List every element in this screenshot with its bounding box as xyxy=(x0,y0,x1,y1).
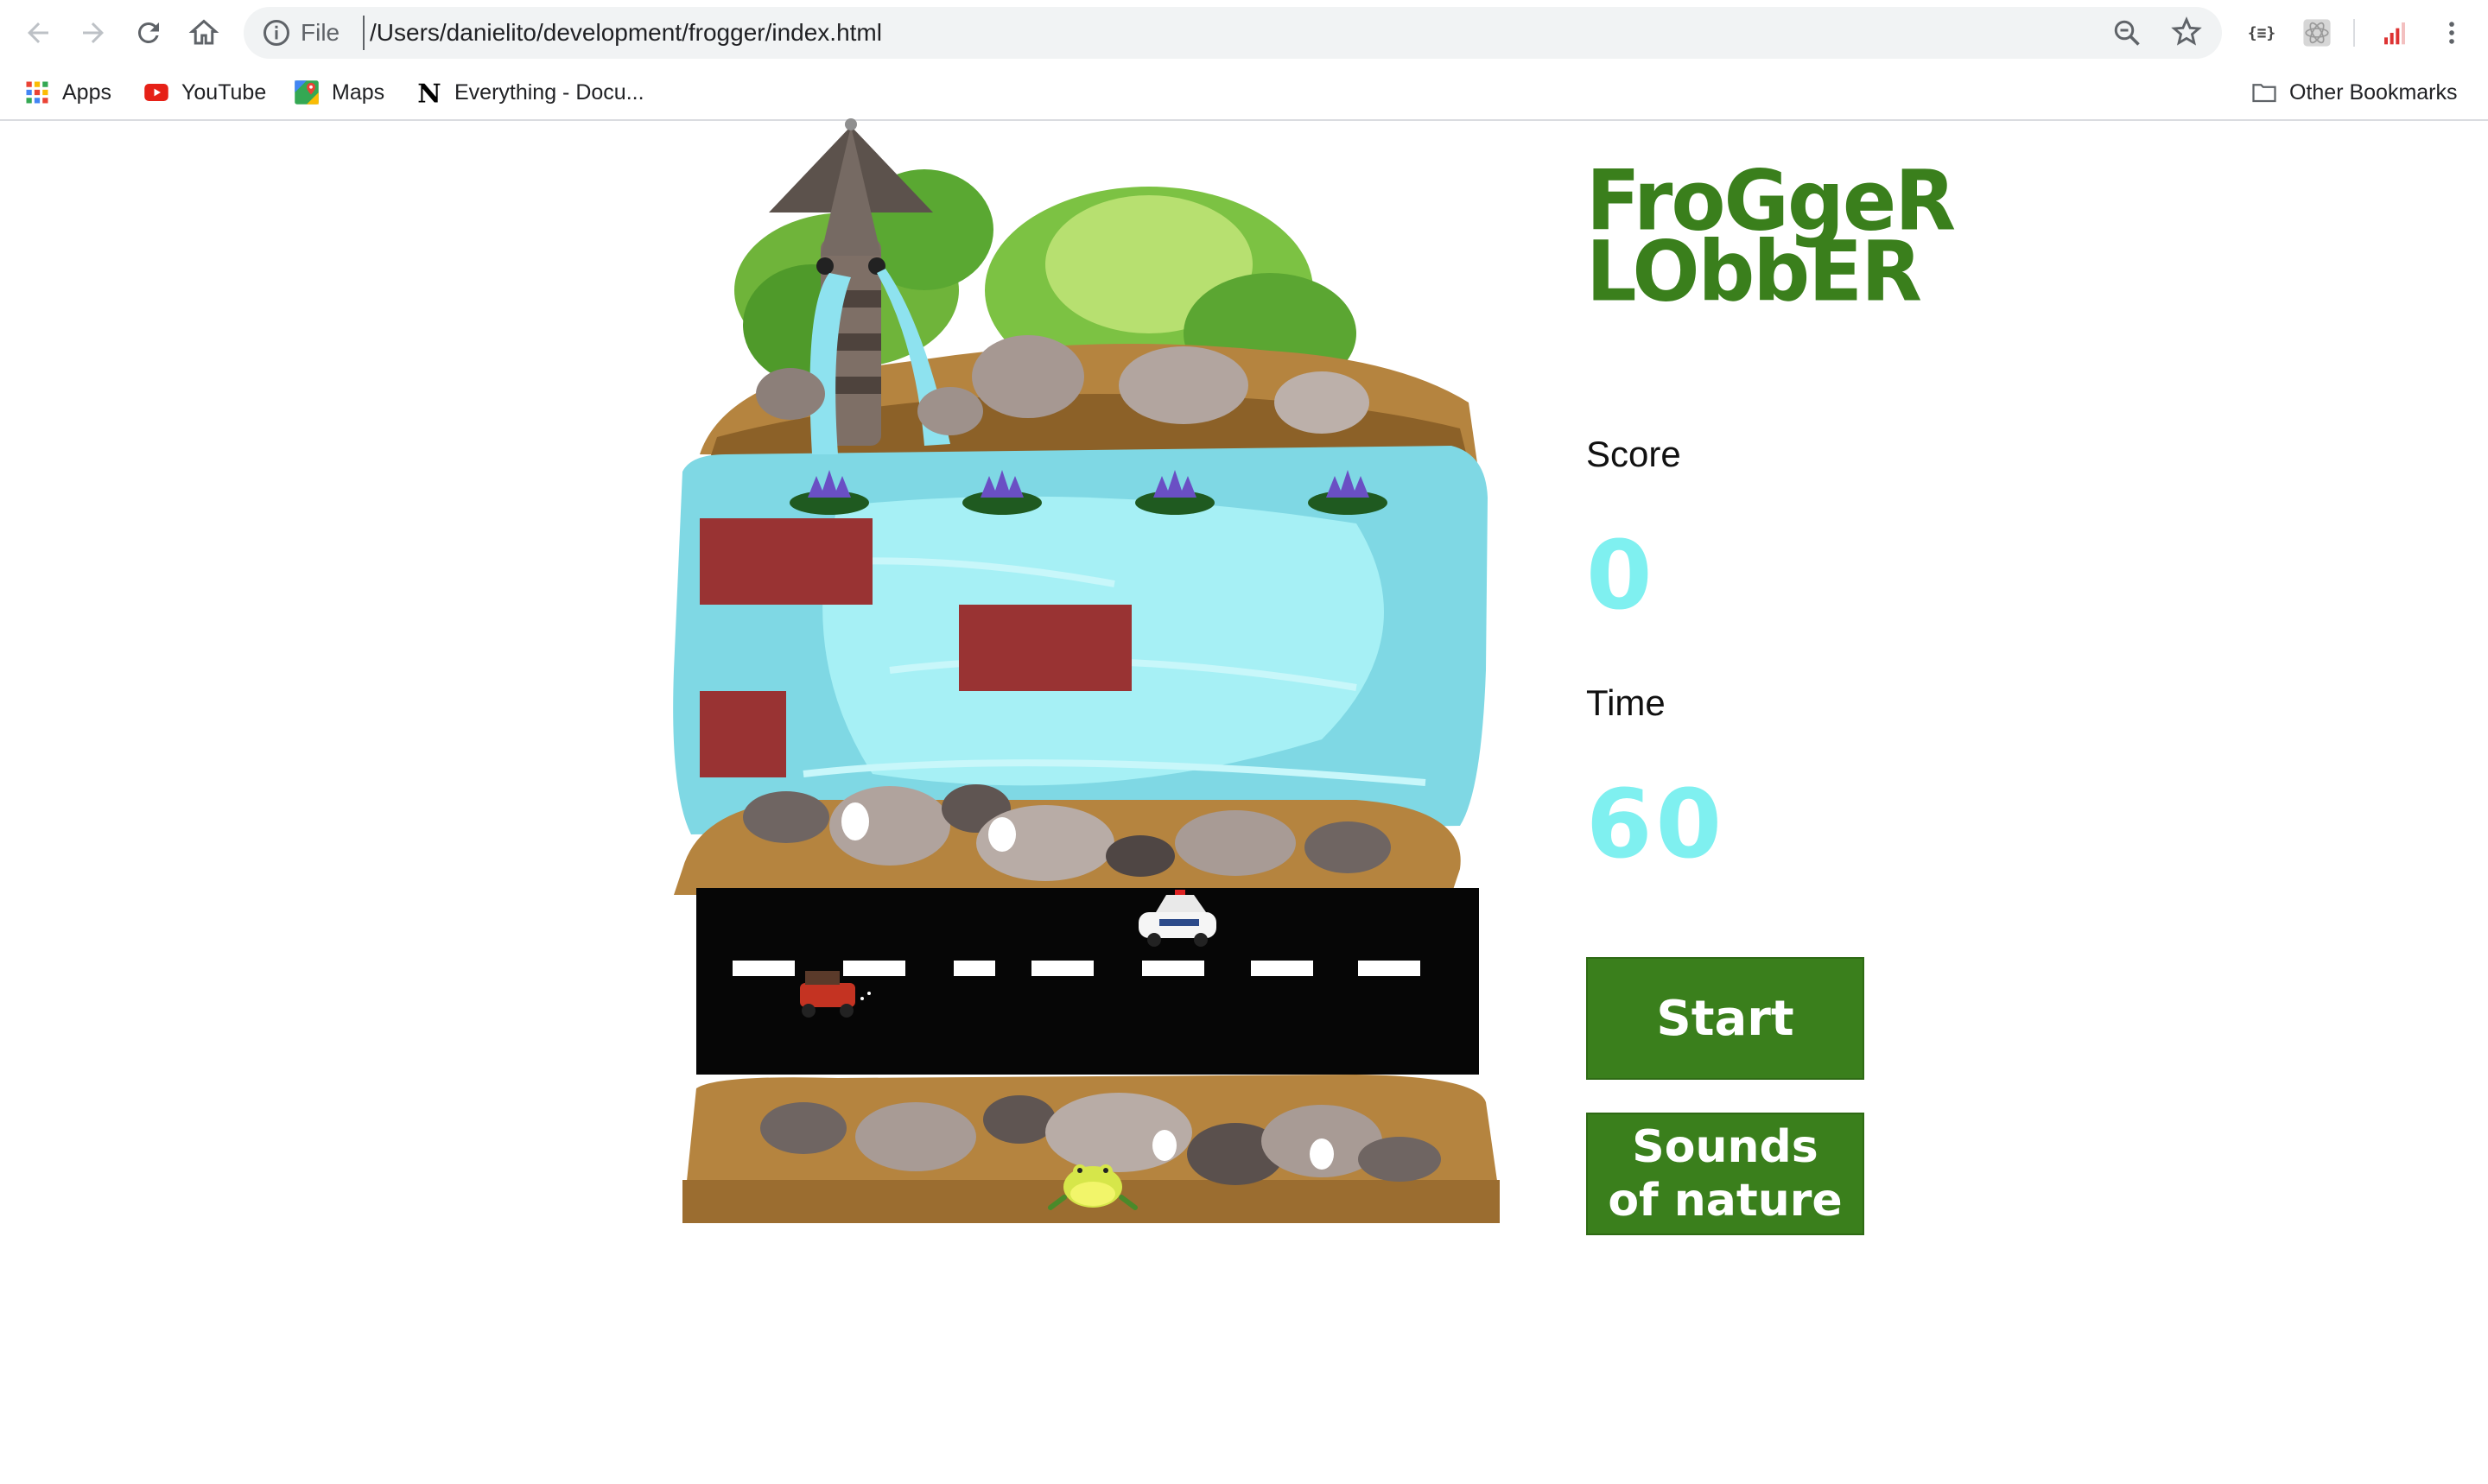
bookmark-youtube[interactable]: YouTube xyxy=(143,76,266,109)
back-button[interactable] xyxy=(17,12,59,54)
url-text[interactable]: /Users/danielito/development/frogger/ind… xyxy=(370,19,882,47)
react-devtools-extension[interactable] xyxy=(2300,16,2334,50)
time-label: Time xyxy=(1586,682,1666,723)
reload-button[interactable] xyxy=(128,12,169,54)
log xyxy=(959,605,1132,691)
game-scene xyxy=(673,118,1500,1223)
svg-text:N: N xyxy=(417,79,441,105)
bookmark-label: YouTube xyxy=(181,79,267,105)
url-scheme: File xyxy=(301,19,340,46)
info-icon[interactable] xyxy=(261,17,292,48)
time-value: 60 xyxy=(1586,769,1726,879)
signal-bars-icon xyxy=(2384,22,2405,45)
bookmark-apps[interactable]: Apps xyxy=(24,76,111,109)
log xyxy=(700,518,873,605)
url-separator xyxy=(363,16,365,50)
browser-menu-button[interactable] xyxy=(2434,16,2469,50)
game-board xyxy=(665,117,1500,1223)
bookmarks-bar: Apps YouTube Maps N Everything - Docu...… xyxy=(0,66,2488,121)
start-button[interactable]: Start xyxy=(1586,957,1864,1080)
game-title: FroGgeR LObbER xyxy=(1586,159,1956,320)
zoom-icon[interactable] xyxy=(2111,17,2142,48)
title-line-2: LObbER xyxy=(1586,223,1922,320)
bookmark-label: Maps xyxy=(332,79,385,105)
toolbar-divider xyxy=(2353,19,2355,47)
reload-icon xyxy=(137,22,159,43)
forward-button[interactable] xyxy=(73,12,114,54)
arrow-left-icon xyxy=(28,22,48,43)
youtube-icon xyxy=(144,84,168,101)
score-label: Score xyxy=(1586,434,1681,474)
other-bookmarks-label: Other Bookmarks xyxy=(2289,79,2458,105)
folder-icon xyxy=(2252,84,2276,103)
bookmark-star-icon[interactable] xyxy=(2170,16,2203,48)
bookmark-label: Everything - Docu... xyxy=(454,79,644,105)
browser-toolbar: File /Users/danielito/development/frogge… xyxy=(0,0,2488,66)
react-icon xyxy=(2303,19,2331,47)
signal-extension[interactable] xyxy=(2377,16,2412,50)
bookmark-everything[interactable]: N Everything - Docu... xyxy=(416,76,644,109)
json-viewer-extension[interactable]: {≡} xyxy=(2244,16,2279,50)
sounds-of-nature-button[interactable]: Sounds of nature xyxy=(1586,1113,1864,1235)
notion-icon: N xyxy=(417,79,441,105)
more-vertical-icon xyxy=(2449,22,2454,44)
bookmark-other[interactable]: Other Bookmarks xyxy=(2251,76,2458,109)
bookmark-label: Apps xyxy=(62,79,111,105)
score-value: 0 xyxy=(1586,520,1656,631)
log xyxy=(700,691,786,777)
home-button[interactable] xyxy=(183,12,225,54)
bookmark-maps[interactable]: Maps xyxy=(294,76,384,109)
arrow-right-icon xyxy=(83,22,104,43)
address-bar[interactable]: File /Users/danielito/development/frogge… xyxy=(244,7,2222,59)
maps-icon xyxy=(295,80,319,105)
home-icon xyxy=(188,19,219,45)
apps-grid-icon xyxy=(26,81,48,104)
